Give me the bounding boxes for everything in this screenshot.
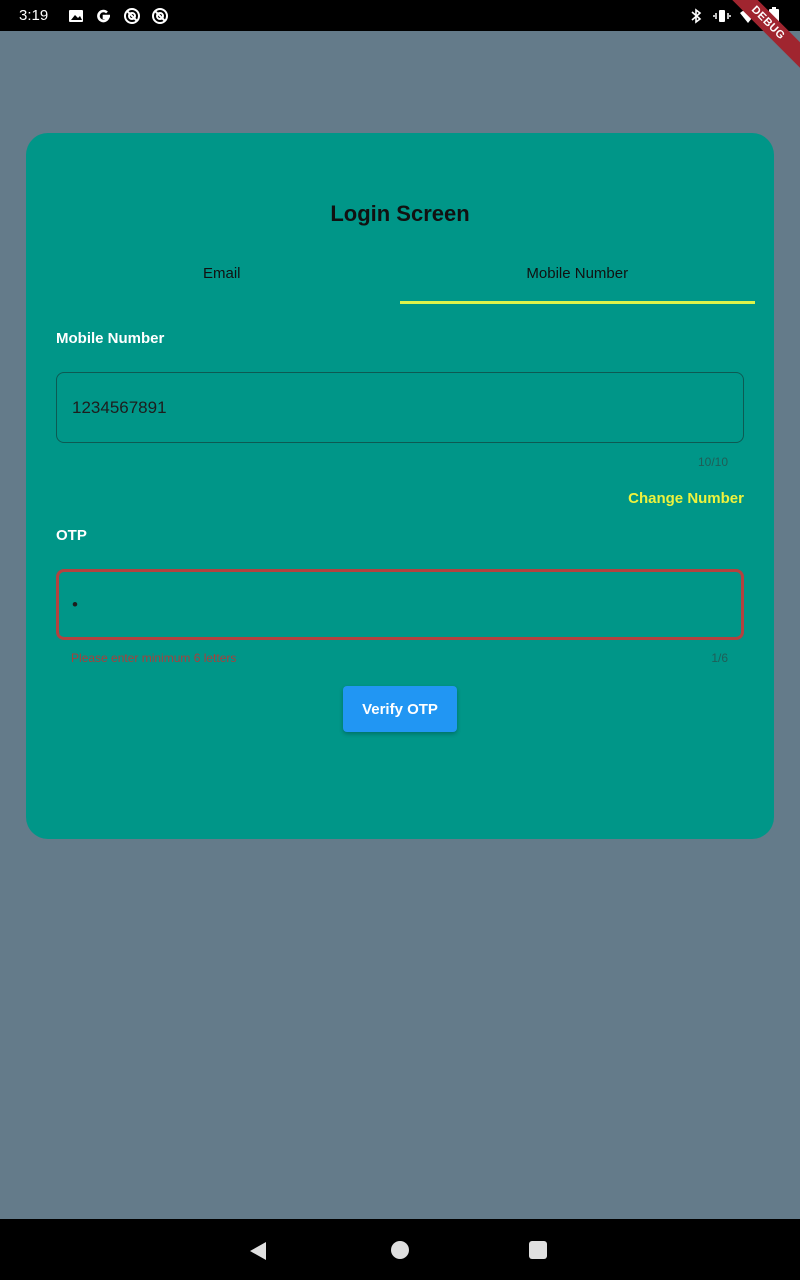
- image-icon: [66, 6, 86, 26]
- mobile-number-label: Mobile Number: [56, 330, 165, 347]
- wifi-icon: [738, 6, 758, 26]
- navigation-bar: [0, 1219, 800, 1280]
- tab-mobile-number-label: Mobile Number: [526, 265, 629, 282]
- change-number-link[interactable]: Change Number: [628, 490, 744, 507]
- otp-input[interactable]: [56, 569, 744, 640]
- google-icon: [94, 6, 114, 26]
- status-bar: 3:19: [0, 0, 800, 31]
- otp-error-text: Please enter minimum 6 letters: [71, 651, 237, 665]
- mobile-number-counter: 10/10: [697, 455, 728, 469]
- tab-mobile-number[interactable]: Mobile Number: [399, 248, 755, 304]
- back-icon[interactable]: [248, 1240, 270, 1267]
- system-icons: [686, 6, 784, 26]
- home-icon[interactable]: [390, 1240, 410, 1265]
- at-sign-icon: [150, 6, 170, 26]
- otp-counter: 1/6: [711, 651, 728, 665]
- recents-icon[interactable]: [528, 1240, 548, 1265]
- otp-label: OTP: [56, 527, 87, 544]
- battery-icon: [764, 6, 784, 26]
- tab-email[interactable]: Email: [44, 248, 400, 304]
- at-sign-icon: [122, 6, 142, 26]
- page-title: Login Screen: [330, 201, 470, 226]
- bluetooth-icon: [686, 6, 706, 26]
- tab-email-label: Email: [202, 265, 241, 282]
- login-card: Login Screen Email Mobile Number Mobile …: [26, 133, 774, 839]
- status-time: 3:19: [19, 7, 49, 24]
- vibrate-icon: [712, 6, 732, 26]
- verify-otp-button[interactable]: Verify OTP: [343, 686, 457, 732]
- login-tabs: Email Mobile Number: [44, 248, 755, 304]
- tab-indicator: [399, 301, 755, 304]
- mobile-number-input[interactable]: [56, 372, 744, 443]
- notification-icons: [66, 6, 170, 26]
